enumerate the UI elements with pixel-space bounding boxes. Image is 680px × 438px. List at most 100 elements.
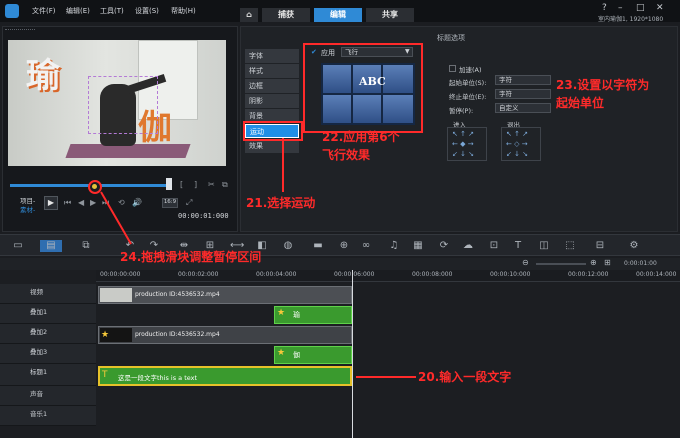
video-frame[interactable]: 瑜 伽 [8,40,226,166]
storyboard-view-icon[interactable]: ▭ [12,240,24,252]
volume-icon[interactable]: 🔊 [132,198,142,207]
track-label-overlay3: 叠加3 [30,348,48,356]
minimize-icon[interactable]: – [618,3,623,13]
timecode-display[interactable]: 00:00:01:000 [178,212,229,220]
zoom-timecode[interactable]: 0:00:01:00 [624,260,657,267]
tool-icon-3[interactable]: ▬ [312,240,324,252]
video-clip[interactable]: production ID:4536532.mp4 [98,286,352,304]
zoom-fit-icon[interactable]: ⊞ [604,258,611,267]
side-tab-font[interactable]: 字体 [245,49,299,63]
ruler[interactable]: 00:00:00:000 00:00:02:000 00:00:04:000 0… [96,270,680,282]
tool-icon-8[interactable]: ⟳ [438,240,450,252]
ruler-tick-3: 00:00:06:000 [334,271,375,278]
tool-icon-15[interactable]: ⚙ [628,240,640,252]
track-head-video[interactable]: 视频 [0,284,96,304]
track-head-title1[interactable]: 标题1 [0,364,96,386]
selection-box[interactable] [88,76,158,134]
menu-help[interactable]: 帮助(H) [171,6,196,16]
tool-icon-12[interactable]: ◫ [538,240,550,252]
ruler-tick-5: 00:00:10:000 [490,271,531,278]
menu-tools[interactable]: 工具(T) [100,6,124,16]
apply-label[interactable]: 应用 [321,48,335,58]
timeline-view-icon[interactable]: ▤ [40,240,62,252]
fullscreen-icon[interactable]: ⤢ [186,198,192,208]
tool-icon-6[interactable]: ♫ [388,240,400,252]
tool-icon-2[interactable]: ◍ [282,240,294,252]
star-icon-overlay2: ★ [101,330,110,340]
apply-checkbox[interactable]: ✔ [311,48,317,56]
motion-highlight-box [243,121,303,141]
aspect-select[interactable]: 16:9 [162,198,178,208]
track-head-music1[interactable]: 音乐1 [0,406,96,426]
title-clip[interactable]: T 这是一段文字this is a text [98,366,352,386]
playhead[interactable] [352,270,353,438]
overlay3-text-clip[interactable]: ★ 伽 [274,346,352,364]
start-unit-select[interactable]: 字符 [495,75,551,85]
home-icon[interactable]: ⏮ [64,198,71,208]
split-icon[interactable]: ✂ [208,180,215,189]
overlay2-clip-label: production ID:4536532.mp4 [135,331,220,338]
side-tab-shadow[interactable]: 阴影 [245,94,299,108]
tool-icon-11[interactable]: T [512,240,524,252]
tool-icon-5[interactable]: ∞ [360,240,372,252]
enter-direction-pad[interactable]: ↖ ↑ ↗ ← ◆ → ↙ ↓ ↘ [447,127,487,161]
accelerate-checkbox[interactable] [449,65,456,72]
menu-settings[interactable]: 设置(S) [135,6,159,16]
tab-share[interactable]: 共享 [366,8,414,22]
ruler-tick-0: 00:00:00:000 [100,271,141,278]
effect-thumb-1[interactable] [323,65,351,93]
exit-direction-pad[interactable]: ↖ ↑ ↗ ← ◇ → ↙ ↓ ↘ [501,127,541,161]
accelerate-label[interactable]: 加速(A) [459,64,482,74]
close-icon[interactable]: ✕ [656,3,664,13]
star-icon: ★ [277,308,286,318]
mark-out-icon[interactable]: ] [194,180,197,189]
effect-thumb-4[interactable] [323,95,351,123]
tab-edit[interactable]: 编辑 [314,8,362,22]
zoom-slider[interactable] [536,263,586,265]
track-head-overlay1[interactable]: 叠加1 [0,304,96,324]
effect-thumb-6[interactable] [383,95,413,123]
tool-icon-9[interactable]: ☁ [462,240,474,252]
play-button[interactable]: ▶ [44,196,58,210]
track-head-overlay3[interactable]: 叠加3 [0,344,96,364]
tab-capture[interactable]: 捕获 [262,8,310,22]
title-clip-icon: T [102,370,108,380]
help-icon[interactable]: ? [602,3,607,13]
effect-thumb-5[interactable] [353,95,381,123]
tab-home-icon[interactable]: ⌂ [240,8,258,22]
tool-icon-14[interactable]: ⊟ [594,240,606,252]
prev-frame-icon[interactable]: ◀ [78,198,84,207]
tool-icon-10[interactable]: ⊡ [488,240,500,252]
maximize-icon[interactable]: □ [636,3,645,13]
track-label-music1: 音乐1 [30,410,48,418]
effect-type-select[interactable]: 飞行 [341,47,413,57]
tool-icon-7[interactable]: ▦ [412,240,424,252]
side-tab-style[interactable]: 样式 [245,64,299,78]
zoom-out-icon[interactable]: ⊖ [522,258,529,267]
tool-icon-13[interactable]: ⬚ [564,240,576,252]
clip-label[interactable]: 素材- [20,204,35,214]
end-unit-select[interactable]: 字符 [495,89,551,99]
menu-file[interactable]: 文件(F) [32,6,56,16]
pause-select[interactable]: 自定义 [495,103,551,113]
repeat-icon[interactable]: ⟲ [118,198,125,207]
annotation-arrow-20 [356,376,416,378]
overlay2-clip[interactable]: ★ production ID:4536532.mp4 [98,326,352,344]
title-clip-label: 这是一段文字this is a text [118,374,198,382]
tool-icon-4[interactable]: ⊕ [338,240,350,252]
next-frame-icon[interactable]: ▶ [90,198,96,207]
snapshot-icon[interactable]: ⧉ [222,180,228,190]
menu-edit[interactable]: 编辑(E) [66,6,90,16]
side-tab-effect[interactable]: 效果 [245,139,299,153]
track-head-overlay2[interactable]: 叠加2 [0,324,96,344]
overlay1-text-clip[interactable]: ★ 瑜 [274,306,352,324]
effect-thumb-3[interactable] [383,65,413,93]
mark-in-icon[interactable]: [ [180,180,183,189]
zoom-in-icon[interactable]: ⊕ [590,258,597,267]
side-tab-border[interactable]: 边框 [245,79,299,93]
scrub-handle-icon[interactable] [166,178,172,190]
overlay-char-1[interactable]: 瑜 [26,48,60,97]
annotation-24: 24.拖拽滑块调整暂停区间 [120,250,262,264]
track-manager-icon[interactable]: ⧉ [80,240,92,252]
track-head-voice[interactable]: 声音 [0,386,96,406]
